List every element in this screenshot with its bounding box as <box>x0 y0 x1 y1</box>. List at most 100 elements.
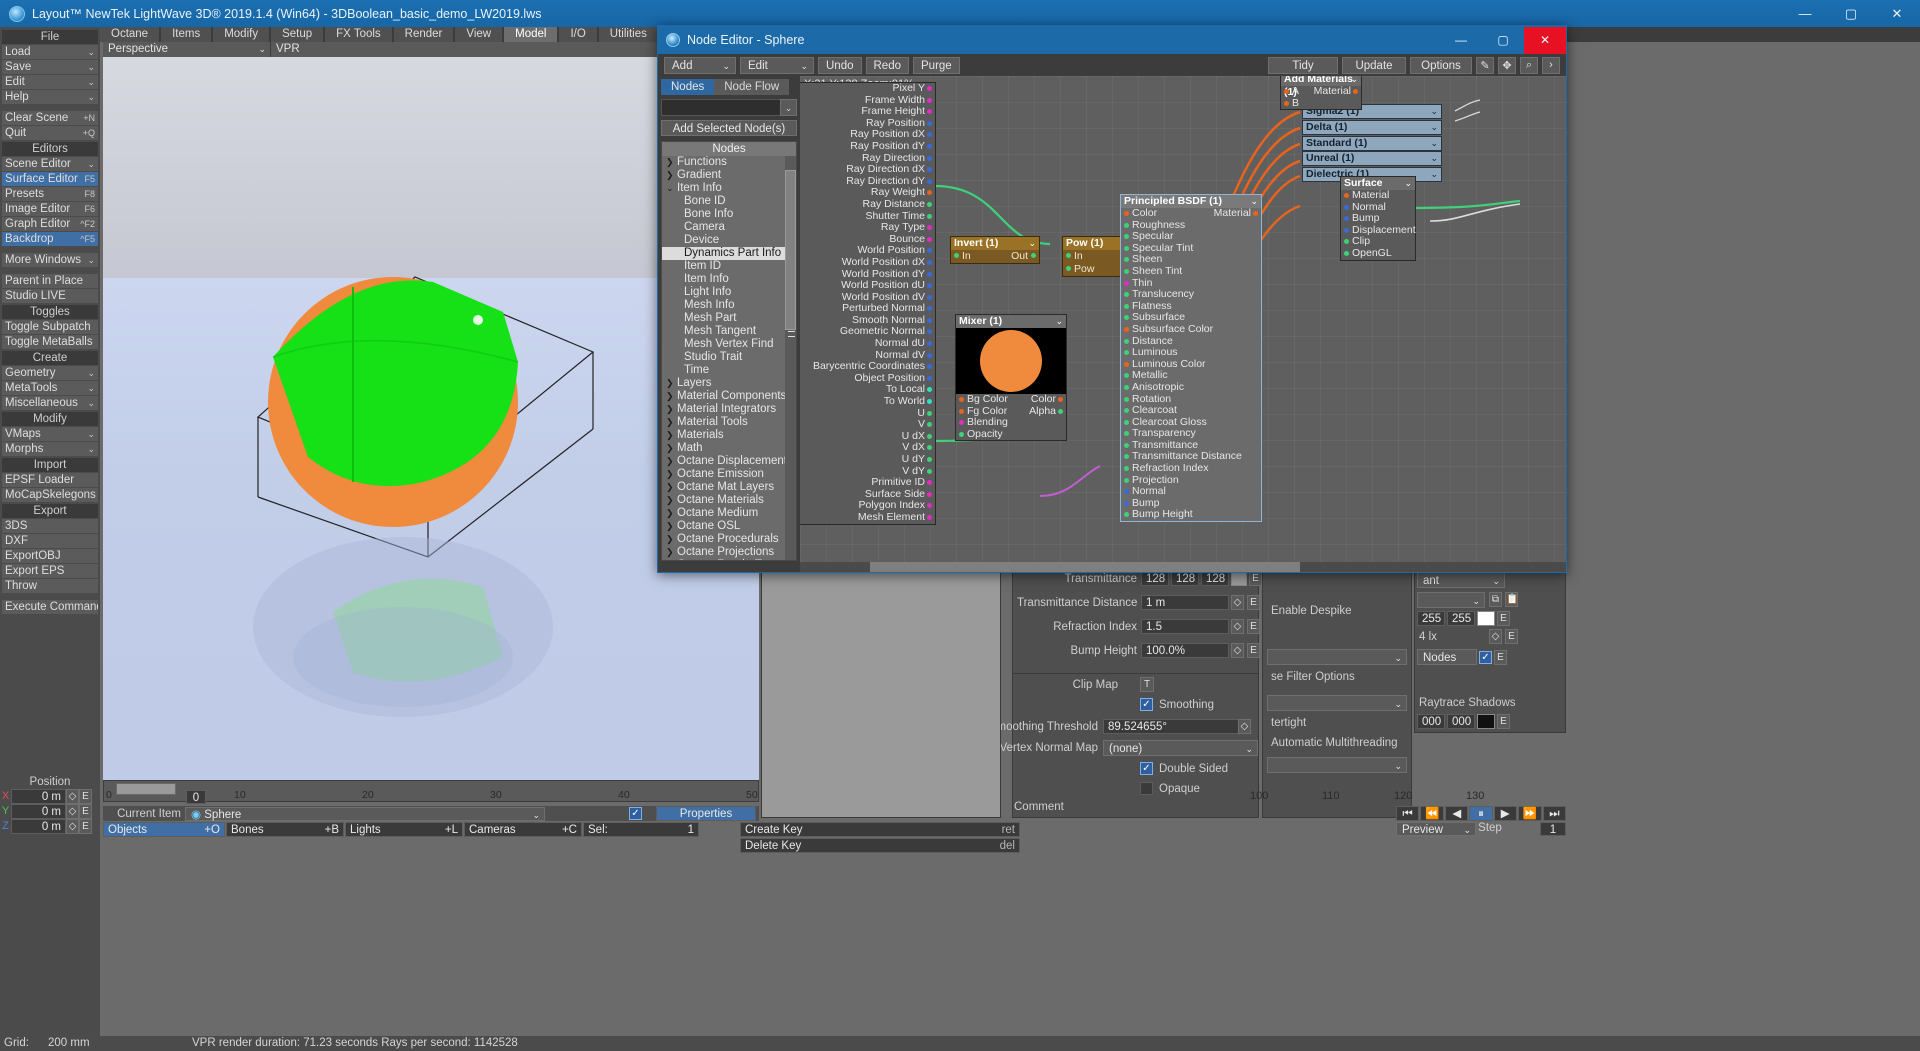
light-color-swatch[interactable] <box>1477 611 1495 626</box>
sidebar-item-export-eps[interactable]: Export EPS <box>2 564 98 578</box>
transport-play-reverse-icon[interactable]: ◀ <box>1445 806 1469 821</box>
transport-pause-icon[interactable]: ⏸ <box>1469 806 1493 821</box>
node-editor-close-icon[interactable]: ✕ <box>1524 26 1566 54</box>
tab-lights[interactable]: Lights +L <box>345 822 463 837</box>
light-copy-icon[interactable]: ⧉ <box>1489 592 1502 607</box>
step-value-field[interactable]: 1 <box>1540 822 1566 836</box>
port-dot-icon[interactable] <box>1124 454 1129 460</box>
node-library-item-material-components[interactable]: ❯ Material Components <box>662 390 796 403</box>
port-dot-icon[interactable] <box>1124 222 1129 228</box>
port-dot-icon[interactable] <box>927 167 932 173</box>
sidebar-item-load[interactable]: Load ⌄ <box>2 45 98 59</box>
node-library-item-item-info[interactable]: ⌄ Item Info <box>662 182 796 195</box>
surface-row-value-2[interactable]: 128 <box>1201 571 1229 586</box>
sidebar-item-studio-live[interactable]: Studio LIVE <box>2 289 98 303</box>
port-dot-icon[interactable] <box>927 317 932 323</box>
chevron-down-icon[interactable]: ⌄ <box>1250 195 1258 208</box>
mixer-node[interactable]: Mixer (1) ⌄ Bg Color Color Fg Color Alph… <box>955 314 1067 442</box>
input-node-port-u[interactable]: U <box>800 407 935 420</box>
close-icon[interactable]: ✕ <box>1874 0 1920 27</box>
node-library-item-mesh-part[interactable]: Mesh Part <box>662 312 796 325</box>
axis-edit-button-x[interactable]: E <box>79 788 92 804</box>
port-dot-icon[interactable] <box>927 225 932 231</box>
vertex-normal-map-selector[interactable]: (none) ⌄ <box>1103 740 1258 756</box>
surface-port-opengl[interactable]: OpenGL <box>1341 247 1415 260</box>
mixer-opacity-port[interactable] <box>959 431 964 437</box>
mixer-blending-port[interactable] <box>959 420 964 426</box>
node-library-item-octane-rendertarget[interactable]: ❯Octane RenderTarget <box>662 559 796 560</box>
chevron-down-icon[interactable]: ⌄ <box>1404 177 1412 190</box>
port-dot-icon[interactable] <box>927 213 932 219</box>
minimize-icon[interactable]: — <box>1782 0 1828 27</box>
port-dot-icon[interactable] <box>927 120 932 126</box>
axis-value-z[interactable]: 0 m <box>11 818 66 834</box>
bsdf-material-out-port[interactable] <box>1253 211 1258 216</box>
axis-value-y[interactable]: 0 m <box>11 803 66 819</box>
node-library-item-octane-mat-layers[interactable]: ❯ Octane Mat Layers <box>662 481 796 494</box>
sidebar-item-vmaps[interactable]: VMaps ⌄ <box>2 427 98 441</box>
chevron-down-icon[interactable]: ⌄ <box>1028 237 1036 250</box>
port-dot-icon[interactable] <box>1124 303 1129 309</box>
node-library-item-dynamics-part-info[interactable]: Dynamics Part Info <box>662 247 796 260</box>
create-key-button[interactable]: Create Key ret <box>740 822 1020 837</box>
sidebar-item-graph-editor[interactable]: Graph Editor ^F2 <box>2 217 98 231</box>
surface-row-value[interactable]: 100.0% <box>1141 643 1229 658</box>
node-library-scrollbar[interactable] <box>785 156 796 560</box>
port-dot-icon[interactable] <box>1344 204 1349 210</box>
port-dot-icon[interactable] <box>927 457 932 462</box>
viewport-view-selector[interactable]: Perspective ⌄ <box>103 42 271 57</box>
chevron-right-icon[interactable]: ❯ <box>666 429 677 442</box>
node-library-item-layers[interactable]: ❯ Layers <box>662 377 796 390</box>
surface-row-value-0[interactable]: 128 <box>1141 571 1169 586</box>
light-paste-icon[interactable]: 📋 <box>1505 592 1518 607</box>
tab-nodes[interactable]: Nodes <box>661 79 715 95</box>
sidebar-item-3ds[interactable]: 3DS <box>2 519 98 533</box>
pin-icon[interactable]: ✎ <box>1476 56 1494 74</box>
chevron-down-icon[interactable]: ⌄ <box>1430 168 1438 181</box>
port-dot-icon[interactable] <box>1124 350 1129 356</box>
despike-selector[interactable]: ⌄ <box>1267 649 1407 665</box>
chevron-right-icon[interactable]: ❯ <box>666 416 677 429</box>
node-library-item-time[interactable]: Time <box>662 364 796 377</box>
surface-row-edit-button[interactable]: E <box>1249 571 1262 586</box>
chevron-right-icon[interactable]: ❯ <box>666 377 677 390</box>
port-dot-icon[interactable] <box>927 97 932 103</box>
port-dot-icon[interactable] <box>1124 315 1129 321</box>
node-library-item-mesh-vertex-find[interactable]: Mesh Vertex Find <box>662 338 796 351</box>
surface-row-envelope-button[interactable]: ◇ <box>1231 595 1244 610</box>
canvas-horizontal-scrollbar[interactable] <box>800 562 1566 572</box>
double-sided-checkbox[interactable]: ✓ <box>1140 762 1153 775</box>
add-node-button[interactable]: Add Node ⌄ <box>664 56 736 89</box>
light-color-g[interactable]: 255 <box>1447 611 1475 626</box>
edit-menu-button[interactable]: Edit ⌄ <box>740 56 814 74</box>
pow-in-port[interactable] <box>1066 253 1071 258</box>
current-item-selector[interactable]: ◉ Sphere ⌄ <box>185 806 545 821</box>
chevron-right-icon[interactable]: ❯ <box>666 546 677 559</box>
surface-row-color-swatch[interactable] <box>1231 571 1247 586</box>
chevron-right-icon[interactable]: ❯ <box>666 442 677 455</box>
surface-row-edit-button[interactable]: E <box>1247 619 1260 634</box>
port-dot-icon[interactable] <box>1124 292 1129 298</box>
port-dot-icon[interactable] <box>927 433 932 439</box>
node-library-item-item-info[interactable]: Item Info <box>662 273 796 286</box>
sidebar-item-edit[interactable]: Edit ⌄ <box>2 75 98 89</box>
node-library-item-studio-trait[interactable]: Studio Trait <box>662 351 796 364</box>
port-dot-icon[interactable] <box>1124 431 1129 437</box>
shadow-color-edit-button[interactable]: E <box>1497 714 1510 729</box>
opaque-checkbox[interactable]: ✓ <box>1140 782 1153 795</box>
port-dot-icon[interactable] <box>927 468 932 474</box>
port-dot-icon[interactable] <box>927 480 932 486</box>
sidebar-item-presets[interactable]: Presets F8 <box>2 187 98 201</box>
shadow-color-r[interactable]: 000 <box>1417 714 1445 729</box>
node-library-item-octane-procedurals[interactable]: ❯ Octane Procedurals <box>662 533 796 546</box>
add-selected-nodes-button[interactable]: Add Selected Node(s) <box>661 120 797 136</box>
port-dot-icon[interactable] <box>927 503 932 509</box>
mixer-fg-color-port[interactable] <box>959 408 964 414</box>
bsdf-color-port[interactable] <box>1124 211 1129 216</box>
shadow-color-g[interactable]: 000 <box>1447 714 1475 729</box>
clip-map-texture-button[interactable]: T <box>1140 677 1154 692</box>
sidebar-item-more-windows[interactable]: More Windows ⌄ <box>2 253 98 267</box>
small-node-unreal-1-[interactable]: Unreal (1) ⌄ <box>1302 151 1442 166</box>
port-dot-icon[interactable] <box>1124 396 1129 402</box>
sidebar-item-save[interactable]: Save ⌄ <box>2 60 98 74</box>
